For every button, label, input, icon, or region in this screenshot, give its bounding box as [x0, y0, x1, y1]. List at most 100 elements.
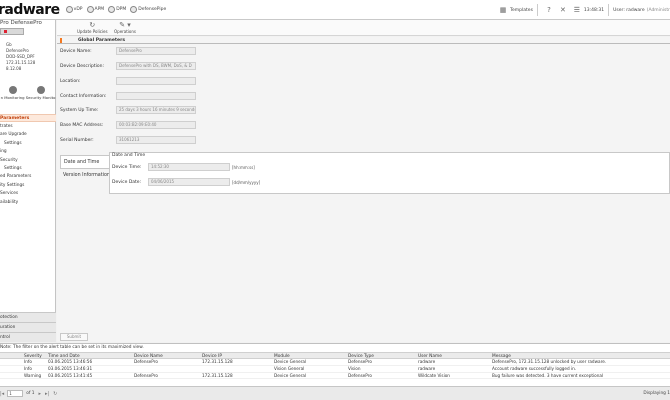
left-bottom-sections: otection uration ntrol [0, 312, 56, 342]
table-row[interactable]: Info 03.06.2015 13:46:56 DefensePro 172.… [0, 359, 670, 366]
product-vdp[interactable]: vDP [65, 6, 83, 13]
nav-list: trates are Upgrade Settings ing Security… [0, 123, 56, 207]
refresh-icon[interactable]: ↻ [53, 391, 57, 397]
operations-button[interactable]: ✎ ▾ Operations [114, 21, 136, 34]
top-right-area: ▦ Templates ? ✕ ☰ 13:48:31 User: radware… [496, 0, 670, 20]
column-header[interactable]: Device Type [348, 353, 418, 358]
field-serial-number: Serial Number: 31061213 [60, 135, 260, 145]
monitoring-icon [8, 86, 17, 94]
user-role: (Administr [646, 7, 670, 13]
field-label: Base MAC Address: [60, 122, 104, 128]
templates-link[interactable]: Templates [510, 8, 533, 13]
security-monitoring-button[interactable]: Security Monito [26, 86, 55, 100]
submit-button[interactable]: Submit [60, 333, 88, 341]
field-device-description: Device Description: DefensePro with DS, … [60, 61, 260, 71]
location-input[interactable] [116, 77, 196, 85]
next-page-icon[interactable]: ▸ [38, 391, 41, 397]
tab-date-and-time[interactable]: Date and Time [60, 155, 110, 169]
column-header[interactable]: Module [274, 353, 348, 358]
device-info-line: 8.12.08 [6, 66, 22, 71]
device-time-input[interactable]: 14:52:30 [148, 163, 230, 171]
device-name-input[interactable]: DefensePro [116, 47, 196, 55]
nav-item[interactable]: ailability [0, 199, 56, 207]
table-cell: DefensePro, 172.31.15.128 unlocked by us… [492, 359, 607, 364]
device-date-row: Device Date: 04/06/2015 [dd/mm/yyyy] [112, 177, 260, 187]
column-header[interactable]: Device Name [134, 353, 202, 358]
status-led [4, 30, 7, 33]
table-cell: DefensePro [134, 372, 158, 378]
first-page-icon[interactable]: |◂ [0, 391, 4, 397]
tools-icon[interactable]: ✕ [559, 6, 567, 14]
time-format: [hh:mm:ss] [232, 164, 255, 170]
page-count: of 1 [26, 391, 35, 396]
column-header[interactable]: User Name [418, 353, 492, 358]
nav-item[interactable]: Security [0, 157, 56, 165]
templates-icon[interactable]: ▦ [499, 6, 507, 14]
contact-information-input[interactable] [116, 92, 196, 100]
table-cell: Info [24, 365, 32, 371]
nav-item[interactable]: ed Parameters [0, 173, 56, 181]
user-label: User: radware [613, 7, 645, 13]
nav-heading-parameters[interactable]: Parameters [0, 114, 56, 122]
date-format: [dd/mm/yyyy] [232, 179, 261, 185]
table-row[interactable]: Warning 03.06.2015 13:41:45 DefensePro 1… [0, 373, 670, 380]
field-label: Location: [60, 78, 81, 84]
nav-item[interactable]: trates [0, 123, 56, 131]
alerts-header-row: Severity Time and Date Device Name Devic… [0, 352, 670, 359]
wrench-icon: ✎ ▾ [119, 21, 131, 29]
field-contact-information: Contact Information: [60, 91, 260, 101]
alerts-note: Note: The filter on the alert table can … [0, 345, 144, 350]
device-image [0, 28, 24, 35]
product-dpm[interactable]: DPM [108, 6, 126, 13]
column-header[interactable]: Time and Date [48, 353, 134, 358]
table-row[interactable]: Info 03.06.2015 13:46:31 Vision General … [0, 366, 670, 373]
alerts-icon[interactable]: ☰ [573, 6, 581, 14]
serial-number-value: 31061213 [116, 136, 196, 144]
table-cell: DefensePro [348, 372, 372, 378]
table-cell: radware [418, 359, 436, 364]
nav-item[interactable]: Settings [0, 140, 56, 148]
table-cell: 03.06.2015 13:46:56 [48, 359, 93, 364]
field-label: Device Name: [60, 48, 92, 54]
nav-item[interactable]: Services [0, 190, 56, 198]
displaying-status: Displaying 1 [643, 391, 670, 396]
product-apm[interactable]: APM [86, 6, 104, 13]
column-header[interactable]: Device IP [202, 353, 274, 358]
dpm-icon [108, 6, 116, 13]
section-control[interactable]: ntrol [0, 332, 56, 342]
device-description-input[interactable]: DefensePro with DS, BWM, DoS, & D [116, 62, 196, 70]
column-header[interactable]: Severity [0, 353, 48, 358]
field-label: Device Description: [60, 63, 104, 69]
field-label: Contact Information: [60, 93, 107, 99]
nav-item[interactable]: ing [0, 148, 56, 156]
product-defensepipe[interactable]: DefensePipe [130, 6, 166, 13]
page-number-input[interactable]: 1 [7, 390, 24, 397]
column-header[interactable]: Message [492, 353, 630, 358]
table-cell: 03.06.2015 13:46:31 [48, 365, 93, 371]
field-label: System Up Time: [60, 107, 99, 113]
table-cell [202, 366, 274, 372]
device-date-input[interactable]: 04/06/2015 [148, 178, 230, 186]
device-time-label: Device Time: [112, 164, 142, 170]
last-page-icon[interactable]: ▸| [45, 391, 49, 397]
nav-item[interactable]: ity Settings [0, 182, 56, 190]
help-icon[interactable]: ? [545, 6, 553, 14]
table-cell: DefensePro [134, 359, 158, 364]
monitoring-button[interactable]: n Monitoring [1, 86, 25, 100]
table-cell: Warning [24, 372, 42, 378]
field-base-mac-address: Base MAC Address: 00:03:B2:09:E0:40 [60, 120, 260, 130]
nav-item[interactable]: Settings [0, 165, 56, 173]
field-location: Location: [60, 76, 260, 86]
section-configuration[interactable]: uration [0, 322, 56, 332]
update-policies-button[interactable]: ↻ Update Policies [77, 21, 108, 34]
main-panel: Global Parameters Device Name: DefensePr… [57, 37, 670, 342]
section-protection[interactable]: otection [0, 312, 56, 322]
device-title: Pro DefensePro [0, 20, 42, 26]
tab-version-information[interactable]: Version Information [60, 169, 110, 183]
table-cell: Device General [274, 372, 307, 378]
table-cell: Account radware successfully logged in. [492, 365, 577, 371]
table-cell: Wildcate Vision [418, 372, 450, 378]
nav-item[interactable]: are Upgrade [0, 131, 56, 139]
vertical-tabs: Date and Time Version Information [60, 155, 110, 183]
field-label: Serial Number: [60, 137, 94, 143]
